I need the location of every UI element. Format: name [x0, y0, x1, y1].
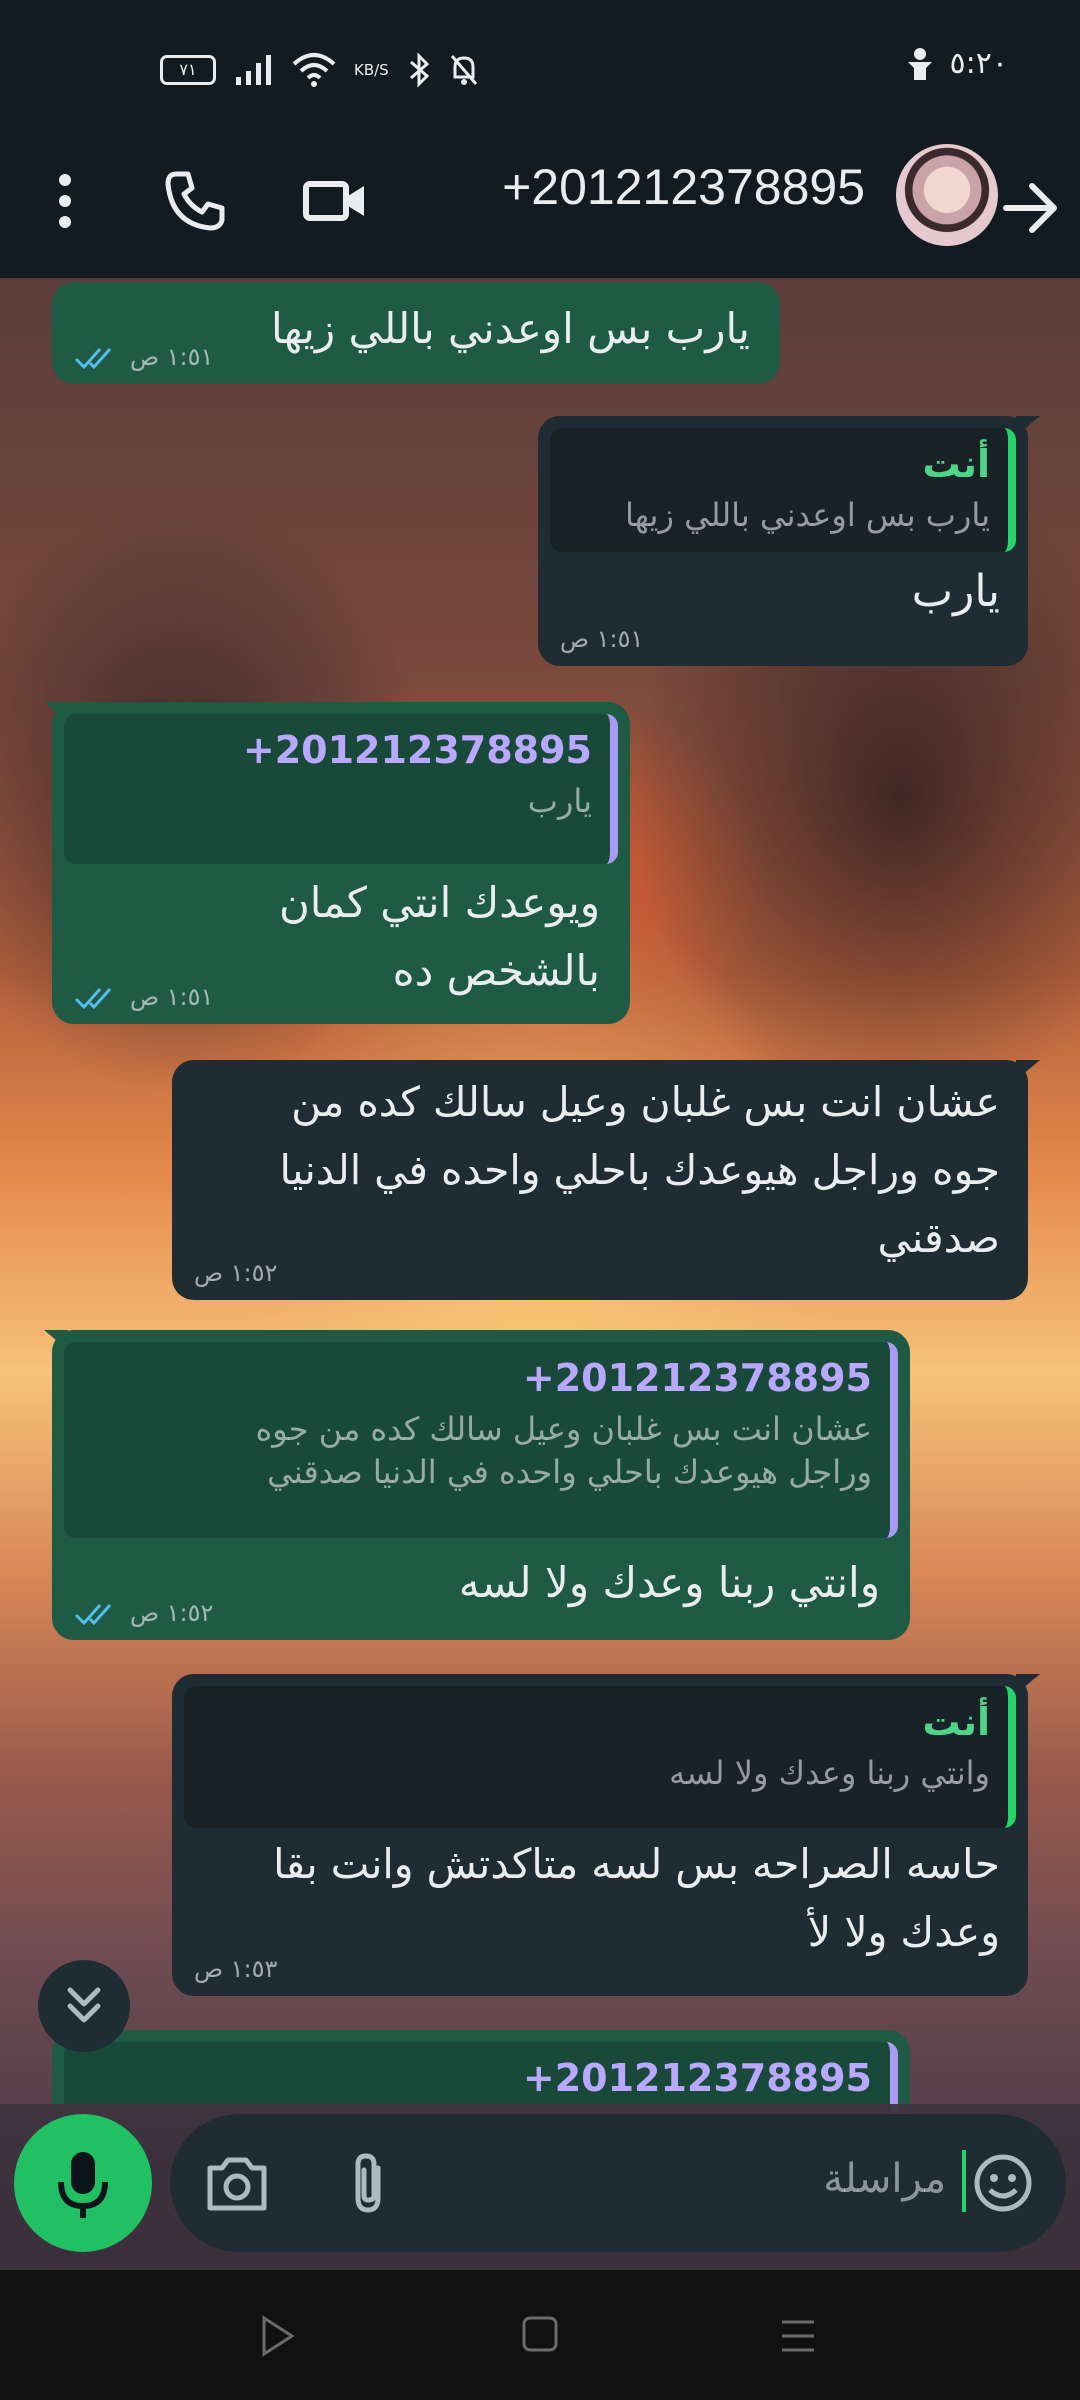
message-meta: ١:٥٢ ص: [74, 1599, 213, 1628]
contact-name[interactable]: +201212378895: [502, 158, 865, 216]
message-outgoing[interactable]: +201212378895 عشان انت بس غلبان وعيل سال…: [44, 1330, 910, 1640]
avatar[interactable]: [896, 144, 998, 246]
message-time: ١:٥١ ص: [130, 343, 214, 372]
message-time: ١:٥١ ص: [130, 983, 214, 1012]
message-time: ١:٥١ ص: [560, 625, 644, 654]
quote-author: أنت: [922, 1700, 990, 1744]
signal-icon: [236, 55, 271, 85]
text-caret: [962, 2150, 966, 2212]
chat-area[interactable]: يارب بس اوعدني باللي زيها ١:٥١ ص أنت يار…: [0, 278, 1080, 2270]
quote-text: وانتي ربنا وعدك ولا لسه: [669, 1753, 990, 1792]
bubble-tail: [1016, 1674, 1040, 1694]
chat-header: +201212378895: [0, 140, 1080, 278]
bubble-tail: [44, 1330, 68, 1350]
message-input[interactable]: مراسلة: [170, 2114, 1066, 2252]
message-text: وانتي ربنا وعدك ولا لسه: [458, 1558, 880, 1607]
recents-nav-icon[interactable]: [778, 2316, 818, 2356]
battery-icon: ٧١: [160, 55, 216, 85]
message-incoming[interactable]: أنت وانتي ربنا وعدك ولا لسه حاسه الصراحه…: [172, 1674, 1040, 1996]
read-ticks-icon: [74, 347, 112, 369]
message-outgoing[interactable]: +201212378895 يارب ويوعدك انتي كمان بالش…: [44, 702, 630, 1024]
message-placeholder: مراسلة: [823, 2156, 946, 2202]
message-incoming[interactable]: عشان انت بس غلبان وعيل سالك كده من جوه و…: [172, 1060, 1040, 1300]
message-text-line: جوه وراجل هيوعدك باحلي واحده في الدنيا: [279, 1146, 1000, 1194]
message-incoming[interactable]: أنت يارب بس اوعدني باللي زيها يارب ١:٥١ …: [538, 416, 1040, 666]
quoted-reply[interactable]: +201212378895 يارب: [64, 714, 618, 864]
quote-author: +201212378895: [522, 1356, 872, 1400]
bluetooth-icon: [409, 52, 429, 88]
system-nav-bar: [0, 2270, 1080, 2400]
attach-icon[interactable]: [348, 2150, 392, 2216]
read-ticks-icon: [74, 987, 112, 1009]
composer: مراسلة: [0, 2110, 1080, 2270]
message-meta: ١:٥٣ ص: [194, 1955, 277, 1984]
accessibility-icon: [908, 48, 932, 80]
message-meta: ١:٥١ ص: [74, 983, 213, 1012]
emoji-icon[interactable]: [970, 2150, 1036, 2216]
message-outgoing[interactable]: يارب بس اوعدني باللي زيها ١:٥١ ص: [52, 282, 780, 384]
read-ticks-icon: [74, 1603, 112, 1625]
message-time: ١:٥٣ ص: [194, 1955, 278, 1984]
quote-text: يارب: [527, 781, 592, 820]
message-meta: ١:٥١ ص: [74, 343, 213, 372]
quote-author: أنت: [922, 442, 990, 486]
bubble-tail: [1016, 416, 1040, 436]
status-bar: ٧١ KB/S ٥:٢٠: [0, 0, 1080, 140]
quote-text-line: عشان انت بس غلبان وعيل سالك كده من جوه: [255, 1409, 872, 1448]
message-text-line: صدقني: [877, 1214, 1000, 1262]
menu-icon[interactable]: [40, 166, 90, 236]
video-call-icon[interactable]: [300, 166, 370, 236]
scroll-down-button[interactable]: [38, 1960, 130, 2052]
quote-author: +201212378895: [522, 2056, 872, 2100]
quote-author: +201212378895: [242, 728, 592, 772]
message-time: ١:٥٢ ص: [130, 1599, 214, 1628]
wifi-icon: [292, 53, 336, 87]
quote-text-line: وراجل هيوعدك باحلي واحده في الدنيا صدقني: [267, 1452, 872, 1491]
message-text: يارب بس اوعدني باللي زيها: [270, 304, 750, 353]
message-text: يارب: [911, 566, 1000, 617]
message-text-line: ويوعدك انتي كمان: [278, 878, 600, 927]
message-meta: ١:٥٢ ص: [194, 1259, 277, 1288]
scroll-down-icon: [67, 1987, 101, 2023]
quoted-reply[interactable]: أنت يارب بس اوعدني باللي زيها: [550, 428, 1016, 552]
battery-level: ٧١: [179, 60, 197, 79]
message-meta: ١:٥١ ص: [560, 625, 643, 654]
message-time: ١:٥٢ ص: [194, 1259, 278, 1288]
quote-text: يارب بس اوعدني باللي زيها: [625, 495, 990, 534]
voice-call-icon[interactable]: [160, 166, 230, 236]
home-nav-icon[interactable]: [520, 2314, 560, 2354]
quoted-reply[interactable]: أنت وانتي ربنا وعدك ولا لسه: [184, 1686, 1016, 1828]
message-text-line: عشان انت بس غلبان وعيل سالك كده من: [291, 1078, 1000, 1126]
network-speed: KB/S: [354, 61, 389, 79]
mic-button[interactable]: [14, 2114, 152, 2252]
message-text-line: حاسه الصراحه بس لسه متاكدتش وانت بقا: [273, 1840, 1000, 1888]
bubble-tail: [44, 702, 68, 722]
message-text-line: بالشخص ده: [392, 946, 600, 995]
back-arrow-icon[interactable]: [992, 170, 1068, 246]
status-icons: ٧١ KB/S: [160, 50, 479, 90]
status-time: ٥:٢٠: [949, 46, 1008, 81]
message-text-line: وعدك ولا لأ: [807, 1908, 1000, 1956]
silent-bell-icon: [450, 55, 477, 85]
mic-icon: [58, 2152, 108, 2218]
camera-icon[interactable]: [204, 2152, 270, 2214]
back-nav-icon[interactable]: [258, 2314, 298, 2358]
quoted-reply[interactable]: +201212378895 عشان انت بس غلبان وعيل سال…: [64, 1342, 898, 1538]
bubble-tail: [1016, 1060, 1040, 1080]
